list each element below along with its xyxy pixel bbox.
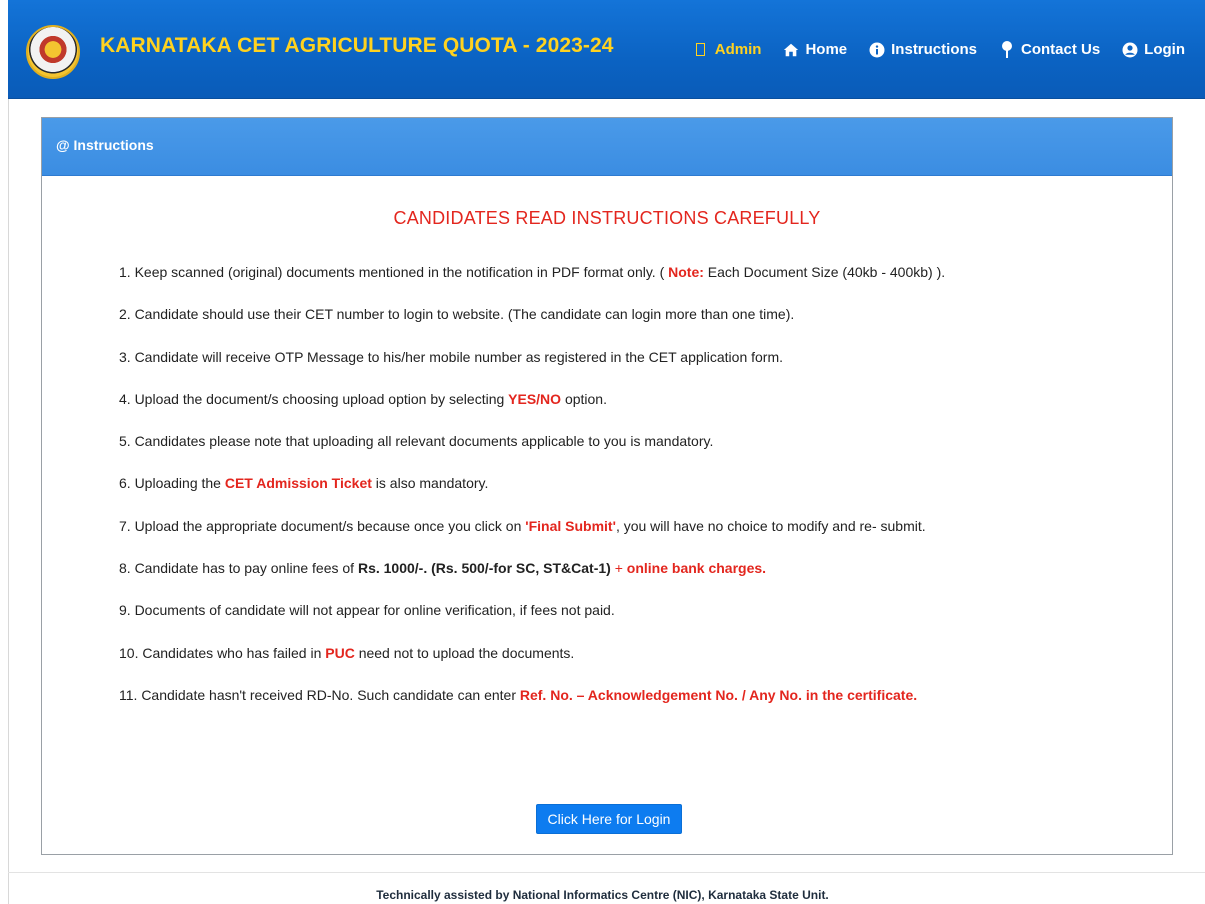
- instructions-list: 1. Keep scanned (original) documents men…: [119, 263, 1159, 728]
- main-nav: Admin Home Instructions Contact Us Login: [693, 41, 1185, 58]
- nav-instructions-label: Instructions: [891, 41, 977, 58]
- admin-box-icon: [693, 42, 709, 58]
- instruction-item-1: 1. Keep scanned (original) documents men…: [119, 264, 946, 280]
- nav-home[interactable]: Home: [783, 41, 847, 58]
- instruction-item-2: 2. Candidate should use their CET number…: [119, 306, 795, 323]
- nav-home-label: Home: [805, 41, 848, 58]
- map-pin-icon: [999, 41, 1015, 58]
- instruction-item-4: 4. Upload the document/s choosing upload…: [119, 390, 607, 407]
- panel-title: @ Instructions: [42, 118, 1172, 176]
- instruction-item-6: 6. Uploading the CET Admission Ticket is…: [119, 475, 489, 492]
- nav-login[interactable]: Login: [1122, 41, 1185, 58]
- login-button[interactable]: Click Here for Login: [536, 804, 682, 834]
- nav-admin[interactable]: Admin: [693, 41, 762, 58]
- instruction-item-9: 9. Documents of candidate will not appea…: [119, 602, 615, 619]
- nav-contact[interactable]: Contact Us: [999, 41, 1100, 58]
- top-navbar: KARNATAKA CET AGRICULTURE QUOTA - 2023-2…: [8, 0, 1205, 99]
- home-icon: [783, 42, 799, 58]
- nav-instructions[interactable]: Instructions: [869, 41, 977, 58]
- footer-credit: Technically assisted by National Informa…: [376, 888, 829, 902]
- page-left-border: [8, 0, 9, 904]
- nav-admin-label: Admin: [714, 41, 762, 58]
- instruction-item-8: 8. Candidate has to pay online fees of R…: [119, 560, 767, 577]
- instruction-item-11: 11. Candidate hasn't received RD-No. Suc…: [119, 686, 918, 703]
- instructions-heading: CANDIDATES READ INSTRUCTIONS CAREFULLY: [393, 208, 821, 228]
- site-title[interactable]: KARNATAKA CET AGRICULTURE QUOTA - 2023-2…: [100, 34, 614, 58]
- footer-divider: [8, 872, 1205, 873]
- instruction-item-10: 10. Candidates who has failed in PUC nee…: [119, 644, 575, 661]
- info-icon: [869, 42, 885, 58]
- instructions-panel: @ Instructions CANDIDATES READ INSTRUCTI…: [41, 117, 1173, 855]
- nav-contact-label: Contact Us: [1020, 41, 1101, 58]
- user-circle-icon: [1122, 42, 1138, 58]
- emblem-logo: [26, 25, 80, 79]
- instruction-item-3: 3. Candidate will receive OTP Message to…: [119, 348, 784, 365]
- nav-login-label: Login: [1144, 41, 1185, 58]
- instruction-item-5: 5. Candidates please note that uploading…: [119, 433, 714, 450]
- instruction-item-7: 7. Upload the appropriate document/s bec…: [119, 517, 926, 534]
